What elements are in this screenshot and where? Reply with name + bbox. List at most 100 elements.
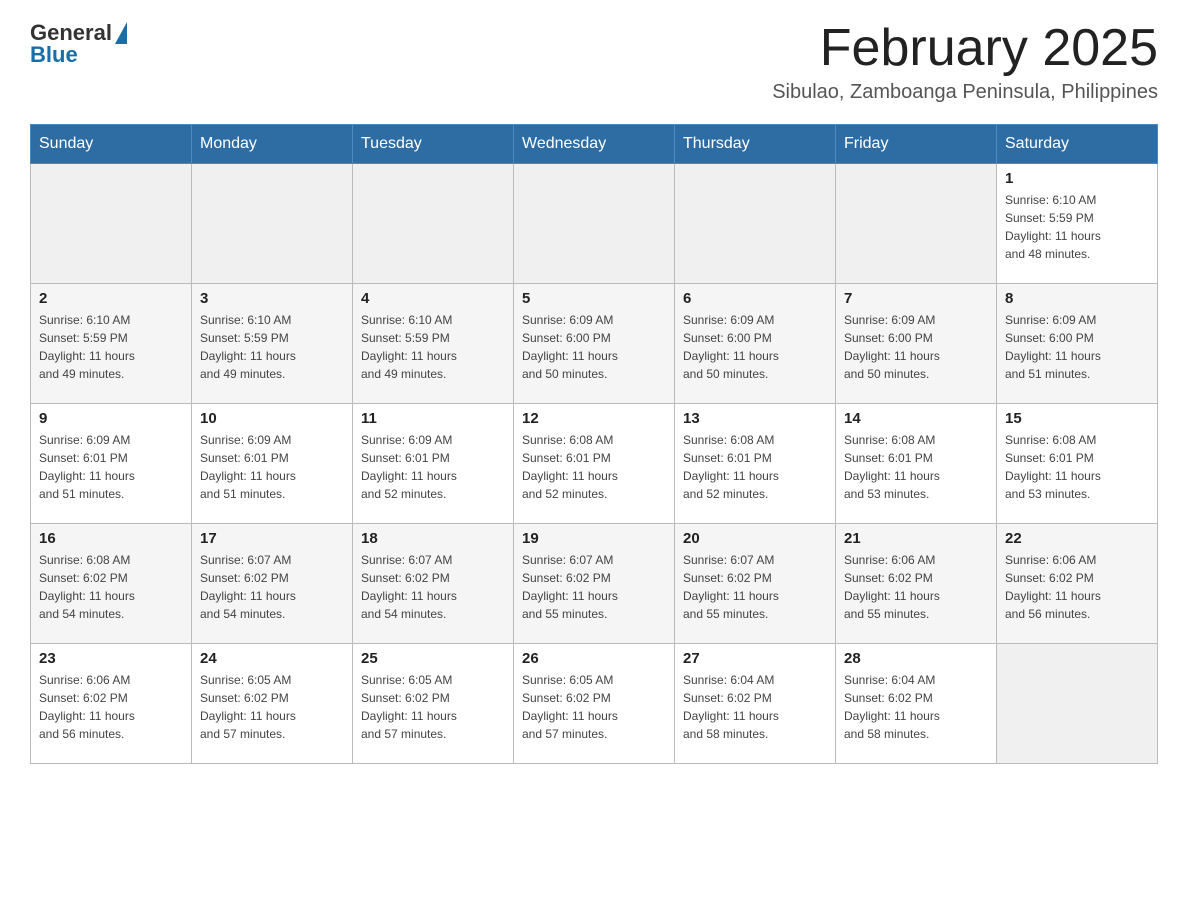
calendar-cell: 9 Sunrise: 6:09 AMSunset: 6:01 PMDaylight… — [31, 404, 192, 524]
calendar-week-row: 2 Sunrise: 6:10 AMSunset: 5:59 PMDaylight… — [31, 284, 1158, 404]
calendar-cell: 26 Sunrise: 6:05 AMSunset: 6:02 PMDayligh… — [514, 644, 675, 764]
calendar-cell: 18 Sunrise: 6:07 AMSunset: 6:02 PMDayligh… — [353, 524, 514, 644]
day-info: Sunrise: 6:04 AMSunset: 6:02 PMDaylight:… — [683, 671, 827, 743]
day-info: Sunrise: 6:08 AMSunset: 6:02 PMDaylight:… — [39, 551, 183, 623]
day-number: 15 — [1005, 410, 1149, 427]
day-number: 2 — [39, 290, 183, 307]
calendar-week-row: 1 Sunrise: 6:10 AMSunset: 5:59 PMDaylight… — [31, 164, 1158, 284]
day-number: 12 — [522, 410, 666, 427]
calendar-cell: 3 Sunrise: 6:10 AMSunset: 5:59 PMDaylight… — [192, 284, 353, 404]
calendar-week-row: 16 Sunrise: 6:08 AMSunset: 6:02 PMDayligh… — [31, 524, 1158, 644]
day-number: 3 — [200, 290, 344, 307]
calendar-cell: 12Sunrise: 6:08 AMSunset: 6:01 PMDayligh… — [514, 404, 675, 524]
day-number: 28 — [844, 650, 988, 667]
day-number: 21 — [844, 530, 988, 547]
day-number: 17 — [200, 530, 344, 547]
calendar-cell: 21 Sunrise: 6:06 AMSunset: 6:02 PMDayligh… — [836, 524, 997, 644]
day-number: 4 — [361, 290, 505, 307]
weekday-header: Sunday — [31, 125, 192, 164]
calendar-cell: 4 Sunrise: 6:10 AMSunset: 5:59 PMDaylight… — [353, 284, 514, 404]
weekday-header: Saturday — [997, 125, 1158, 164]
logo: General Blue — [30, 20, 127, 68]
weekday-header: Thursday — [675, 125, 836, 164]
day-info: Sunrise: 6:09 AMSunset: 6:00 PMDaylight:… — [683, 311, 827, 383]
day-info: Sunrise: 6:10 AMSunset: 5:59 PMDaylight:… — [39, 311, 183, 383]
day-info: Sunrise: 6:07 AMSunset: 6:02 PMDaylight:… — [200, 551, 344, 623]
day-number: 10 — [200, 410, 344, 427]
calendar-cell — [997, 644, 1158, 764]
calendar-cell: 14Sunrise: 6:08 AMSunset: 6:01 PMDayligh… — [836, 404, 997, 524]
weekday-header: Friday — [836, 125, 997, 164]
day-number: 13 — [683, 410, 827, 427]
calendar-cell: 16 Sunrise: 6:08 AMSunset: 6:02 PMDayligh… — [31, 524, 192, 644]
calendar-cell: 1 Sunrise: 6:10 AMSunset: 5:59 PMDaylight… — [997, 164, 1158, 284]
day-number: 26 — [522, 650, 666, 667]
calendar-header-row: SundayMondayTuesdayWednesdayThursdayFrid… — [31, 125, 1158, 164]
day-number: 14 — [844, 410, 988, 427]
calendar-cell: 7 Sunrise: 6:09 AMSunset: 6:00 PMDaylight… — [836, 284, 997, 404]
day-info: Sunrise: 6:10 AMSunset: 5:59 PMDaylight:… — [1005, 191, 1149, 263]
calendar-cell: 6 Sunrise: 6:09 AMSunset: 6:00 PMDaylight… — [675, 284, 836, 404]
day-number: 20 — [683, 530, 827, 547]
day-number: 8 — [1005, 290, 1149, 307]
calendar-cell — [675, 164, 836, 284]
calendar-table: SundayMondayTuesdayWednesdayThursdayFrid… — [30, 124, 1158, 764]
location-subtitle: Sibulao, Zamboanga Peninsula, Philippine… — [772, 81, 1158, 104]
day-info: Sunrise: 6:07 AMSunset: 6:02 PMDaylight:… — [361, 551, 505, 623]
day-number: 22 — [1005, 530, 1149, 547]
calendar-cell: 22 Sunrise: 6:06 AMSunset: 6:02 PMDayligh… — [997, 524, 1158, 644]
calendar-cell — [192, 164, 353, 284]
calendar-cell: 23 Sunrise: 6:06 AMSunset: 6:02 PMDayligh… — [31, 644, 192, 764]
day-info: Sunrise: 6:08 AMSunset: 6:01 PMDaylight:… — [1005, 431, 1149, 503]
weekday-header: Monday — [192, 125, 353, 164]
day-info: Sunrise: 6:08 AMSunset: 6:01 PMDaylight:… — [683, 431, 827, 503]
day-number: 5 — [522, 290, 666, 307]
day-info: Sunrise: 6:07 AMSunset: 6:02 PMDaylight:… — [522, 551, 666, 623]
day-info: Sunrise: 6:09 AMSunset: 6:00 PMDaylight:… — [844, 311, 988, 383]
day-number: 16 — [39, 530, 183, 547]
day-info: Sunrise: 6:10 AMSunset: 5:59 PMDaylight:… — [200, 311, 344, 383]
day-info: Sunrise: 6:09 AMSunset: 6:00 PMDaylight:… — [522, 311, 666, 383]
weekday-header: Wednesday — [514, 125, 675, 164]
calendar-cell: 27 Sunrise: 6:04 AMSunset: 6:02 PMDayligh… — [675, 644, 836, 764]
day-info: Sunrise: 6:09 AMSunset: 6:01 PMDaylight:… — [39, 431, 183, 503]
day-info: Sunrise: 6:06 AMSunset: 6:02 PMDaylight:… — [844, 551, 988, 623]
calendar-week-row: 23 Sunrise: 6:06 AMSunset: 6:02 PMDayligh… — [31, 644, 1158, 764]
day-number: 24 — [200, 650, 344, 667]
calendar-cell: 11 Sunrise: 6:09 AMSunset: 6:01 PMDayligh… — [353, 404, 514, 524]
day-info: Sunrise: 6:05 AMSunset: 6:02 PMDaylight:… — [200, 671, 344, 743]
page-header: General Blue February 2025 Sibulao, Zamb… — [30, 20, 1158, 104]
day-info: Sunrise: 6:07 AMSunset: 6:02 PMDaylight:… — [683, 551, 827, 623]
day-number: 9 — [39, 410, 183, 427]
day-info: Sunrise: 6:05 AMSunset: 6:02 PMDaylight:… — [361, 671, 505, 743]
month-title: February 2025 — [772, 20, 1158, 77]
day-number: 6 — [683, 290, 827, 307]
calendar-cell — [31, 164, 192, 284]
day-number: 1 — [1005, 170, 1149, 187]
calendar-cell — [514, 164, 675, 284]
day-number: 7 — [844, 290, 988, 307]
calendar-cell: 13 Sunrise: 6:08 AMSunset: 6:01 PMDayligh… — [675, 404, 836, 524]
day-number: 19 — [522, 530, 666, 547]
day-info: Sunrise: 6:06 AMSunset: 6:02 PMDaylight:… — [39, 671, 183, 743]
day-number: 23 — [39, 650, 183, 667]
calendar-cell: 15 Sunrise: 6:08 AMSunset: 6:01 PMDayligh… — [997, 404, 1158, 524]
day-info: Sunrise: 6:09 AMSunset: 6:01 PMDaylight:… — [200, 431, 344, 503]
calendar-cell — [836, 164, 997, 284]
day-number: 27 — [683, 650, 827, 667]
day-info: Sunrise: 6:09 AMSunset: 6:01 PMDaylight:… — [361, 431, 505, 503]
weekday-header: Tuesday — [353, 125, 514, 164]
calendar-cell: 25Sunrise: 6:05 AMSunset: 6:02 PMDayligh… — [353, 644, 514, 764]
calendar-cell: 28 Sunrise: 6:04 AMSunset: 6:02 PMDayligh… — [836, 644, 997, 764]
day-number: 11 — [361, 410, 505, 427]
calendar-cell: 20 Sunrise: 6:07 AMSunset: 6:02 PMDayligh… — [675, 524, 836, 644]
calendar-cell: 17 Sunrise: 6:07 AMSunset: 6:02 PMDayligh… — [192, 524, 353, 644]
day-info: Sunrise: 6:06 AMSunset: 6:02 PMDaylight:… — [1005, 551, 1149, 623]
day-info: Sunrise: 6:10 AMSunset: 5:59 PMDaylight:… — [361, 311, 505, 383]
calendar-cell — [353, 164, 514, 284]
day-info: Sunrise: 6:04 AMSunset: 6:02 PMDaylight:… — [844, 671, 988, 743]
day-number: 18 — [361, 530, 505, 547]
day-info: Sunrise: 6:05 AMSunset: 6:02 PMDaylight:… — [522, 671, 666, 743]
title-section: February 2025 Sibulao, Zamboanga Peninsu… — [772, 20, 1158, 104]
calendar-week-row: 9 Sunrise: 6:09 AMSunset: 6:01 PMDaylight… — [31, 404, 1158, 524]
